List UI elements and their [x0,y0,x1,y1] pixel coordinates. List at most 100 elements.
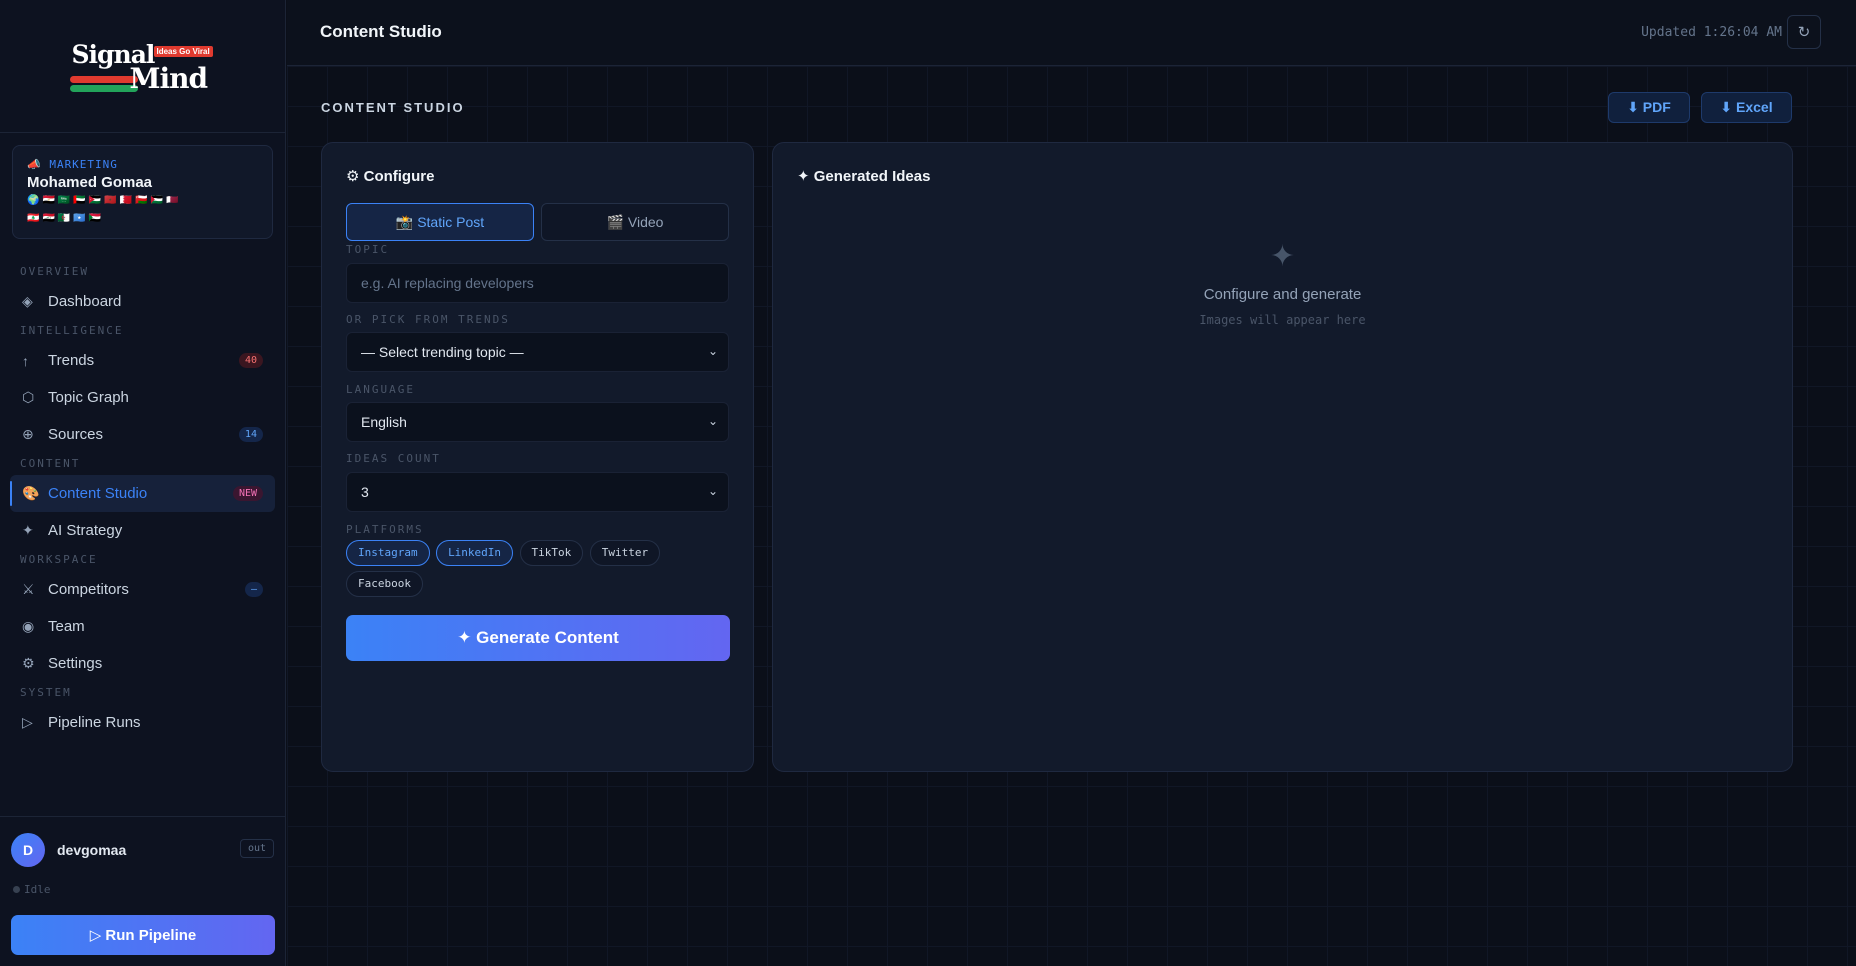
language-select[interactable]: English ⌄ [346,402,729,442]
sidebar-item-dashboard[interactable]: ◈ Dashboard [10,283,275,320]
sidebar-item-team[interactable]: ◉ Team [10,608,275,645]
sources-count-badge: 14 [238,427,263,442]
logo-wave-red [69,76,138,83]
brand-line2: Mind [129,62,209,95]
sidebar-item-trends[interactable]: ↑ Trends 40 [10,342,275,379]
sparkle-icon: ✦ [1269,240,1296,273]
sidebar-item-label: Sources [48,426,104,443]
tab-video[interactable]: 🎬 Video [541,203,729,241]
sidebar: Signal Ideas Go Viral Mind 📣 MARKETING M… [0,0,286,966]
section-heading: CONTENT STUDIO [321,100,465,115]
main-content: CONTENT STUDIO ⬇ PDF ⬇ Excel ⚙ Configure… [287,66,1856,966]
sidebar-item-label: AI Strategy [48,522,123,539]
ideas-count-value: 3 [361,484,369,500]
chevron-down-icon: ⌄ [707,484,718,498]
platform-chip-linkedin[interactable]: LinkedIn [436,540,514,566]
platform-chip-facebook[interactable]: Facebook [346,571,423,597]
refresh-button[interactable]: ↻ [1787,15,1821,49]
trend-arrow-icon: ↑ [22,352,29,369]
ideas-count-select[interactable]: 3 ⌄ [346,472,729,512]
generated-ideas-panel: ✦ Generated Ideas ✦ Configure and genera… [772,142,1793,772]
chevron-down-icon: ⌄ [707,414,718,428]
section-content: CONTENT [20,457,81,470]
gear-icon: ⚙ [22,655,35,671]
globe-icon: ⊕ [22,426,34,442]
section-workspace: WORKSPACE [20,553,98,566]
chevron-down-icon: ⌄ [707,344,718,358]
logout-button[interactable]: out [239,839,274,858]
sidebar-item-content-studio[interactable]: 🎨 Content Studio NEW [10,475,275,512]
ideas-count-label: IDEAS COUNT [346,452,441,465]
status-text: Idle [24,883,51,896]
sidebar-item-label: Team [48,618,85,635]
page-title: Content Studio [320,22,442,41]
trending-topic-value: — Select trending topic — [361,344,524,360]
updated-timestamp: Updated 1:26:04 AM [1641,25,1782,40]
trends-count-badge: 40 [238,353,263,368]
platforms-label: PLATFORMS [346,523,424,536]
sidebar-item-topic-graph[interactable]: ⬡ Topic Graph [10,379,275,416]
topic-label: TOPIC [346,243,390,256]
new-badge: NEW [232,486,263,501]
profile-name: Mohamed Gomaa [27,174,153,191]
content-type-tabs: 📸 Static Post 🎬 Video [346,203,729,241]
trending-topic-select[interactable]: — Select trending topic — ⌄ [346,332,729,372]
sidebar-item-pipeline-runs[interactable]: ▷ Pipeline Runs [10,704,275,741]
profile-flags-row-2: 🇱🇧🇮🇶🇩🇿🇸🇴🇸🇩 [27,213,105,224]
palette-icon: 🎨 [22,485,40,501]
sidebar-nav: OVERVIEW ◈ Dashboard INTELLIGENCE ↑ Tren… [0,261,285,741]
run-pipeline-button[interactable]: ▷ Run Pipeline [11,915,275,955]
empty-subtext: Images will appear here [1199,313,1366,327]
platform-chips: Instagram LinkedIn TikTok Twitter Facebo… [346,540,729,602]
username: devgomaa [57,842,127,858]
sidebar-item-sources[interactable]: ⊕ Sources 14 [10,416,275,453]
sidebar-item-label: Content Studio [48,485,148,502]
profile-flags-row-1: 🌍🇪🇬🇸🇦🇦🇪🇯🇴🇲🇦🇧🇭🇴🇲🇵🇸🇶🇦 [27,195,182,206]
configure-panel: ⚙ Configure 📸 Static Post 🎬 Video TOPIC … [321,142,754,772]
profile-role: 📣 MARKETING [27,158,118,171]
sidebar-item-competitors[interactable]: ⚔ Competitors – [10,571,275,608]
platform-chip-twitter[interactable]: Twitter [589,540,661,566]
tab-static-post[interactable]: 📸 Static Post [346,203,534,241]
sidebar-item-label: Competitors [48,581,129,598]
profile-card[interactable]: 📣 MARKETING Mohamed Gomaa 🌍🇪🇬🇸🇦🇦🇪🇯🇴🇲🇦🇧🇭🇴… [12,145,273,239]
sidebar-item-label: Pipeline Runs [48,714,141,731]
platform-chip-tiktok[interactable]: TikTok [519,540,584,566]
platform-chip-instagram[interactable]: Instagram [346,540,430,566]
user-row: D devgomaa out [0,817,286,883]
logo-wave-green [69,85,138,92]
pipeline-status: Idle [0,883,286,903]
user-area: D devgomaa out Idle ▷ Run Pipeline [0,816,286,966]
sparkle-icon: ✦ [22,522,34,538]
language-value: English [361,414,407,430]
sidebar-item-settings[interactable]: ⚙ Settings [10,645,275,682]
export-pdf-button[interactable]: ⬇ PDF [1608,92,1690,123]
hexagon-icon: ⬡ [22,389,35,405]
refresh-icon: ↻ [1797,24,1811,41]
dashboard-icon: ◈ [22,293,33,309]
trends-label: OR PICK FROM TRENDS [346,313,510,326]
section-intelligence: INTELLIGENCE [20,324,124,337]
empty-message: Configure and generate [1203,286,1362,303]
configure-title: ⚙ Configure [346,168,435,185]
sidebar-item-label: Trends [48,352,95,369]
sidebar-item-ai-strategy[interactable]: ✦ AI Strategy [10,512,275,549]
export-excel-button[interactable]: ⬇ Excel [1701,92,1792,123]
section-overview: OVERVIEW [20,265,89,278]
section-system: SYSTEM [20,686,72,699]
crossed-swords-icon: ⚔ [22,581,35,597]
generate-content-button[interactable]: ✦ Generate Content [346,615,730,661]
empty-state: ✦ Configure and generate Images will app… [773,239,1792,327]
brand-logo[interactable]: Signal Ideas Go Viral Mind [68,34,218,98]
generated-ideas-title: ✦ Generated Ideas [797,168,931,185]
competitors-badge: – [244,582,263,597]
logo-area: Signal Ideas Go Viral Mind [0,0,285,133]
sidebar-item-label: Dashboard [48,293,122,310]
language-label: LANGUAGE [346,383,415,396]
brand-tagline: Ideas Go Viral [153,46,213,57]
sidebar-item-label: Topic Graph [48,389,129,406]
topbar: Content Studio Updated 1:26:04 AM ↻ [287,0,1856,66]
topic-input[interactable]: e.g. AI replacing developers [346,263,729,303]
avatar[interactable]: D [11,833,45,867]
status-dot-icon [13,886,20,893]
